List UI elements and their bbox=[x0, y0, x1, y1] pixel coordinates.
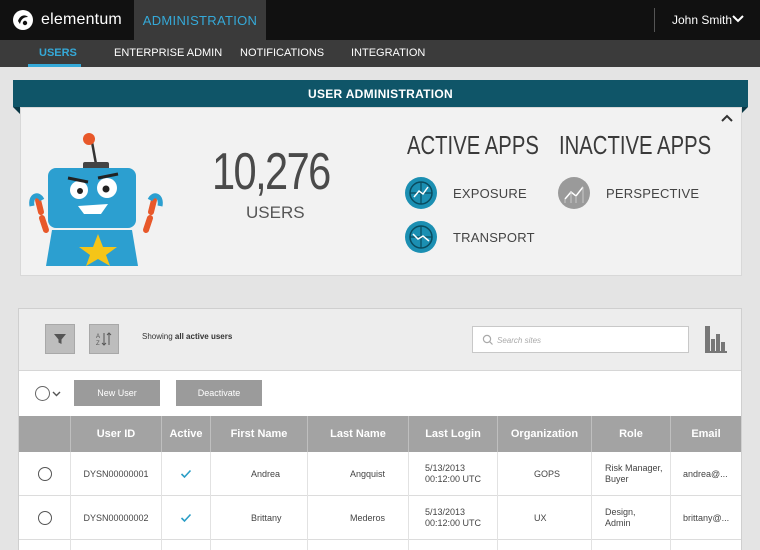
new-user-button[interactable]: New User bbox=[74, 380, 160, 406]
elementum-logo-icon bbox=[13, 10, 33, 30]
column-header-last-name[interactable]: Last Name bbox=[308, 416, 409, 452]
cell-email[interactable]: andrea@... bbox=[671, 452, 741, 496]
table-row[interactable]: DYSN00000002 Brittany Mederos 5/13/2013 … bbox=[19, 496, 741, 540]
showing-text: Showing all active users bbox=[142, 332, 232, 341]
search-icon bbox=[482, 334, 493, 345]
column-header-last-login[interactable]: Last Login bbox=[409, 416, 498, 452]
app-label-perspective[interactable]: PERSPECTIVE bbox=[606, 186, 699, 201]
showing-prefix: Showing bbox=[142, 332, 173, 341]
table-row[interactable] bbox=[19, 540, 741, 550]
cell-active bbox=[162, 452, 211, 496]
cell-last-login bbox=[409, 540, 498, 550]
cell-first-name: Andrea bbox=[211, 452, 308, 496]
brand-name: elementum bbox=[41, 11, 122, 28]
row-select-radio[interactable] bbox=[37, 467, 52, 481]
subnav-item-integration[interactable]: INTEGRATION bbox=[351, 40, 425, 67]
top-bar: elementum ADMINISTRATION John Smith bbox=[0, 0, 760, 40]
cell-last-name: Angquist bbox=[308, 452, 409, 496]
subnav-item-notifications[interactable]: NOTIFICATIONS bbox=[240, 40, 324, 67]
cell-last-name: Mederos bbox=[308, 496, 409, 540]
sort-button[interactable]: A Z bbox=[89, 324, 119, 354]
row-select-cell bbox=[19, 452, 71, 496]
column-header-user-id[interactable]: User ID bbox=[71, 416, 162, 452]
active-apps-title: ACTIVE APPS bbox=[407, 130, 539, 160]
column-header-select bbox=[19, 416, 71, 452]
perspective-app-icon[interactable] bbox=[557, 176, 591, 210]
app-label-transport[interactable]: TRANSPORT bbox=[453, 230, 535, 245]
user-count: 10,276 bbox=[212, 143, 331, 201]
exposure-app-icon[interactable] bbox=[404, 176, 438, 210]
brand-logo[interactable]: elementum bbox=[12, 8, 122, 32]
cell-role: Risk Manager, Buyer bbox=[592, 452, 671, 496]
active-tab-indicator bbox=[28, 64, 81, 67]
tab-administration[interactable]: ADMINISTRATION bbox=[134, 0, 266, 40]
subnav-item-users[interactable]: USERS bbox=[39, 40, 77, 67]
chevron-down-icon[interactable] bbox=[731, 12, 745, 26]
cell-first-name bbox=[211, 540, 308, 550]
inactive-apps-title: INACTIVE APPS bbox=[559, 130, 712, 160]
cell-last-name bbox=[308, 540, 409, 550]
select-all-checkbox[interactable] bbox=[35, 386, 50, 401]
filter-button[interactable] bbox=[45, 324, 75, 354]
cell-organization bbox=[498, 540, 592, 550]
column-header-first-name[interactable]: First Name bbox=[211, 416, 308, 452]
showing-filter: all active users bbox=[174, 332, 233, 341]
cell-role: Design, Admin bbox=[592, 496, 671, 540]
sort-icon: A Z bbox=[96, 332, 112, 347]
cell-active bbox=[162, 496, 211, 540]
filter-icon bbox=[54, 334, 66, 344]
ribbon-fold bbox=[13, 107, 20, 114]
cell-email[interactable]: brittany@... bbox=[671, 496, 741, 540]
deactivate-button[interactable]: Deactivate bbox=[176, 380, 262, 406]
search-input[interactable] bbox=[497, 332, 682, 348]
divider bbox=[654, 8, 655, 32]
table-header: User ID Active First Name Last Name Last… bbox=[19, 416, 741, 452]
row-select-cell bbox=[19, 496, 71, 540]
cell-organization: UX bbox=[498, 496, 592, 540]
cell-user-id bbox=[71, 540, 162, 550]
user-count-label: USERS bbox=[246, 203, 305, 222]
section-title: USER ADMINISTRATION bbox=[13, 80, 748, 107]
column-header-active[interactable]: Active bbox=[162, 416, 211, 452]
column-header-email[interactable]: Email bbox=[671, 416, 741, 452]
transport-app-icon[interactable] bbox=[404, 220, 438, 254]
user-menu-name[interactable]: John Smith bbox=[672, 13, 732, 27]
svg-text:A: A bbox=[96, 334, 100, 340]
column-header-role[interactable]: Role bbox=[592, 416, 671, 452]
cell-role bbox=[592, 540, 671, 550]
checkmark-icon bbox=[180, 469, 192, 479]
cell-last-login: 5/13/2013 00:12:00 UTC bbox=[409, 496, 498, 540]
ribbon-fold bbox=[741, 107, 748, 114]
subnav-item-enterprise-admin[interactable]: ENTERPRISE ADMIN bbox=[114, 40, 222, 67]
svg-text:Z: Z bbox=[96, 341, 100, 347]
cell-user-id: DYSN00000002 bbox=[71, 496, 162, 540]
cell-last-login: 5/13/2013 00:12:00 UTC bbox=[409, 452, 498, 496]
chart-view-icon[interactable] bbox=[704, 325, 728, 354]
cell-organization: GOPS bbox=[498, 452, 592, 496]
collapse-chevron-up-icon[interactable] bbox=[720, 112, 734, 124]
cell-user-id: DYSN00000001 bbox=[71, 452, 162, 496]
row-select-cell bbox=[19, 540, 71, 550]
row-select-radio[interactable] bbox=[37, 511, 52, 525]
app-label-exposure[interactable]: EXPOSURE bbox=[453, 186, 527, 201]
sub-navigation: USERS ENTERPRISE ADMIN NOTIFICATIONS INT… bbox=[0, 40, 760, 67]
table-row[interactable]: DYSN00000001 Andrea Angquist 5/13/2013 0… bbox=[19, 452, 741, 496]
chevron-down-icon[interactable] bbox=[52, 390, 61, 398]
search-box[interactable] bbox=[472, 326, 689, 353]
column-header-organization[interactable]: Organization bbox=[498, 416, 592, 452]
robot-mascot-icon bbox=[29, 133, 163, 266]
cell-first-name: Brittany bbox=[211, 496, 308, 540]
checkmark-icon bbox=[180, 513, 192, 523]
cell-active bbox=[162, 540, 211, 550]
